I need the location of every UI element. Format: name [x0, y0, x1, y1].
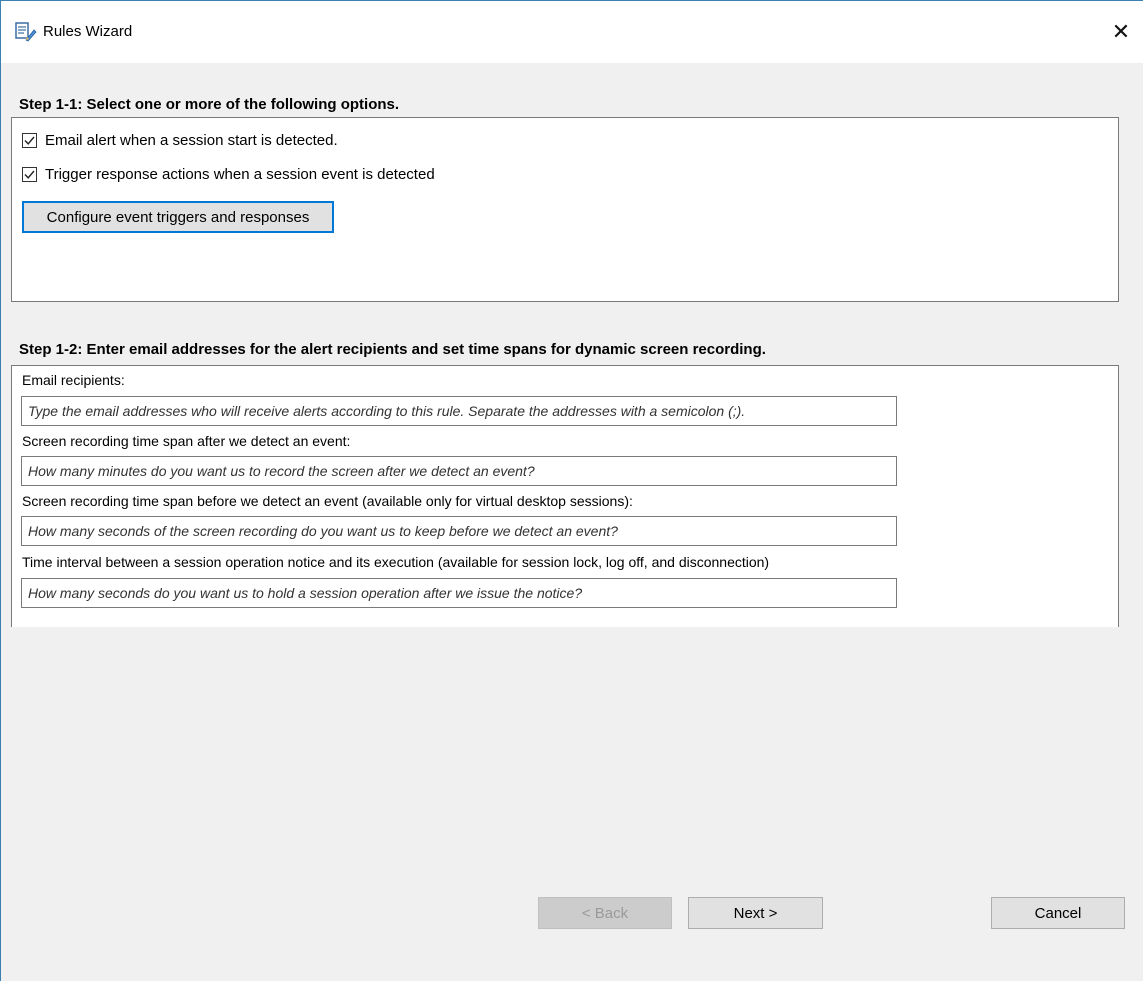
step1-heading: Step 1-1: Select one or more of the foll… [19, 96, 400, 113]
email-recipients-label: Email recipients: [22, 372, 125, 388]
step2-fields-panel: Email recipients: Type the email address… [11, 365, 1119, 627]
next-button[interactable]: Next > [688, 897, 823, 929]
email-alert-label: Email alert when a session start is dete… [45, 132, 338, 149]
checkmark-icon [24, 170, 35, 179]
rules-wizard-app-icon [15, 22, 37, 42]
operation-interval-input[interactable]: How many seconds do you want us to hold … [21, 578, 897, 608]
trigger-response-checkbox[interactable] [22, 167, 37, 182]
record-after-label: Screen recording time span after we dete… [22, 433, 351, 449]
record-before-label: Screen recording time span before we det… [22, 493, 633, 509]
step1-options-panel: Email alert when a session start is dete… [11, 117, 1119, 302]
email-recipients-input[interactable]: Type the email addresses who will receiv… [21, 396, 897, 426]
option-email-alert[interactable]: Email alert when a session start is dete… [22, 132, 338, 149]
email-alert-checkbox[interactable] [22, 133, 37, 148]
close-icon: ✕ [1111, 19, 1131, 44]
configure-event-triggers-button[interactable]: Configure event triggers and responses [22, 201, 334, 233]
trigger-response-label: Trigger response actions when a session … [45, 166, 435, 183]
title-bar: Rules Wizard ✕ [1, 1, 1143, 63]
close-button[interactable]: ✕ [1098, 1, 1143, 63]
window-title: Rules Wizard [43, 23, 133, 40]
rules-wizard-window: Rules Wizard ✕ Step 1-1: Select one or m… [0, 0, 1143, 981]
option-trigger-response[interactable]: Trigger response actions when a session … [22, 166, 435, 183]
record-after-input[interactable]: How many minutes do you want us to recor… [21, 456, 897, 486]
operation-interval-label: Time interval between a session operatio… [22, 554, 770, 570]
step2-heading: Step 1-2: Enter email addresses for the … [19, 341, 766, 358]
back-button[interactable]: < Back [538, 897, 672, 929]
checkmark-icon [24, 136, 35, 145]
record-before-input[interactable]: How many seconds of the screen recording… [21, 516, 897, 546]
cancel-button[interactable]: Cancel [991, 897, 1125, 929]
